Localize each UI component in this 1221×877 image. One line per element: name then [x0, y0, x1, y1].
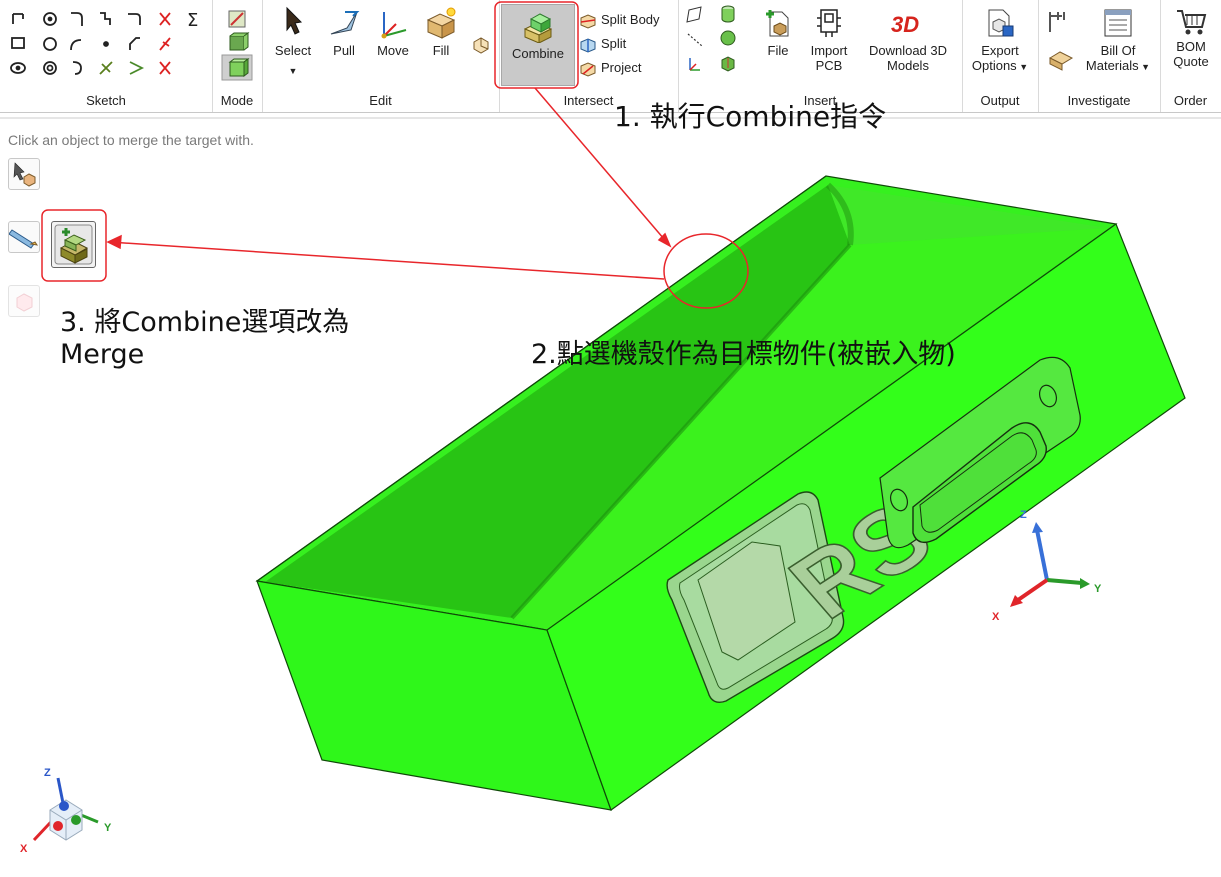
combine-highlight-box	[494, 1, 579, 89]
annotation-overlays	[41, 1, 749, 309]
axis-z-label: Z	[1020, 509, 1027, 521]
corner-axis-x-label: X	[20, 843, 28, 855]
annotation-step-3-line2: Merge	[60, 339, 145, 370]
corner-axis-y-label: Y	[104, 822, 112, 834]
axis-y-label: Y	[1094, 583, 1102, 595]
merge-option[interactable]	[51, 221, 96, 268]
axis-triad: Z Y X	[992, 509, 1102, 623]
annotation-step-3-line1: 3. 將Combine選項改為	[60, 307, 350, 338]
select-target-option[interactable]	[8, 158, 40, 190]
ghost-cube-icon	[16, 293, 33, 312]
ghost-option[interactable]	[8, 285, 40, 317]
saw-cut-icon	[8, 229, 39, 249]
corner-axis-z-label: Z	[44, 767, 51, 779]
axis-x-label: X	[992, 611, 1000, 623]
cut-option[interactable]	[8, 221, 40, 253]
select-target-icon	[13, 162, 36, 187]
annotation-step-2: 2.點選機殼作為目標物件(被嵌入物)	[531, 339, 956, 370]
view-cube[interactable]: Z Y X	[20, 767, 112, 855]
merge-icon	[54, 224, 93, 265]
arrow-to-merge	[109, 241, 665, 280]
status-hint: Click an object to merge the target with…	[8, 132, 254, 148]
annotation-step-1: 1. 執行Combine指令	[614, 100, 887, 133]
enclosure-body[interactable]	[255, 175, 1186, 811]
